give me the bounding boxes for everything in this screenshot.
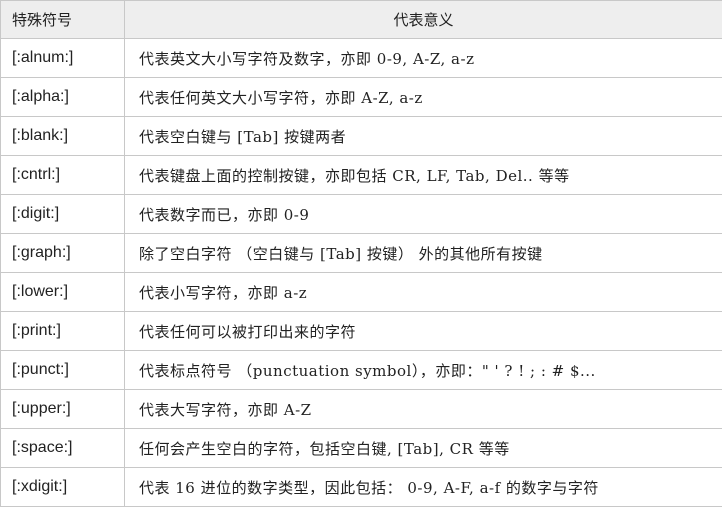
symbol-cell: [:digit:] (0, 194, 125, 234)
table-row: [:space:] 任何会产生空白的字符，包括空白键, [Tab], CR 等等 (0, 428, 722, 468)
table-row: [:alnum:] 代表英文大小写字符及数字，亦即 0-9, A-Z, a-z (0, 38, 722, 78)
table-row: [:alpha:] 代表任何英文大小写字符，亦即 A-Z, a-z (0, 77, 722, 117)
table-row: [:punct:] 代表标点符号 （punctuation symbol），亦即… (0, 350, 722, 390)
column-header-symbol: 特殊符号 (0, 0, 125, 39)
column-header-meaning: 代表意义 (124, 0, 722, 39)
symbol-cell: [:upper:] (0, 389, 125, 429)
symbol-cell: [:print:] (0, 311, 125, 351)
meaning-cell: 任何会产生空白的字符，包括空白键, [Tab], CR 等等 (124, 428, 722, 468)
table-row: [:lower:] 代表小写字符，亦即 a-z (0, 272, 722, 312)
symbol-cell: [:blank:] (0, 116, 125, 156)
table-header-row: 特殊符号 代表意义 (0, 0, 722, 39)
table-row: [:graph:] 除了空白字符 （空白键与 [Tab] 按键） 外的其他所有按… (0, 233, 722, 273)
posix-character-class-table: 特殊符号 代表意义 [:alnum:] 代表英文大小写字符及数字，亦即 0-9,… (0, 0, 722, 507)
symbol-cell: [:punct:] (0, 350, 125, 390)
table-row: [:cntrl:] 代表键盘上面的控制按键，亦即包括 CR, LF, Tab, … (0, 155, 722, 195)
meaning-cell: 代表英文大小写字符及数字，亦即 0-9, A-Z, a-z (124, 38, 722, 78)
table-row: [:upper:] 代表大写字符，亦即 A-Z (0, 389, 722, 429)
table-row: [:blank:] 代表空白键与 [Tab] 按键两者 (0, 116, 722, 156)
symbol-cell: [:graph:] (0, 233, 125, 273)
table-row: [:xdigit:] 代表 16 进位的数字类型，因此包括： 0-9, A-F,… (0, 467, 722, 507)
meaning-cell: 代表数字而已，亦即 0-9 (124, 194, 722, 234)
meaning-cell: 代表空白键与 [Tab] 按键两者 (124, 116, 722, 156)
symbol-cell: [:xdigit:] (0, 467, 125, 507)
meaning-cell: 代表任何英文大小写字符，亦即 A-Z, a-z (124, 77, 722, 117)
meaning-cell: 除了空白字符 （空白键与 [Tab] 按键） 外的其他所有按键 (124, 233, 722, 273)
meaning-cell: 代表 16 进位的数字类型，因此包括： 0-9, A-F, a-f 的数字与字符 (124, 467, 722, 507)
symbol-cell: [:alpha:] (0, 77, 125, 117)
meaning-cell: 代表大写字符，亦即 A-Z (124, 389, 722, 429)
symbol-cell: [:space:] (0, 428, 125, 468)
meaning-cell: 代表任何可以被打印出来的字符 (124, 311, 722, 351)
symbol-cell: [:cntrl:] (0, 155, 125, 195)
meaning-cell: 代表键盘上面的控制按键，亦即包括 CR, LF, Tab, Del.. 等等 (124, 155, 722, 195)
table-row: [:print:] 代表任何可以被打印出来的字符 (0, 311, 722, 351)
symbol-cell: [:alnum:] (0, 38, 125, 78)
table-row: [:digit:] 代表数字而已，亦即 0-9 (0, 194, 722, 234)
meaning-cell: 代表标点符号 （punctuation symbol），亦即：" ' ? ! ;… (124, 350, 722, 390)
meaning-cell: 代表小写字符，亦即 a-z (124, 272, 722, 312)
symbol-cell: [:lower:] (0, 272, 125, 312)
